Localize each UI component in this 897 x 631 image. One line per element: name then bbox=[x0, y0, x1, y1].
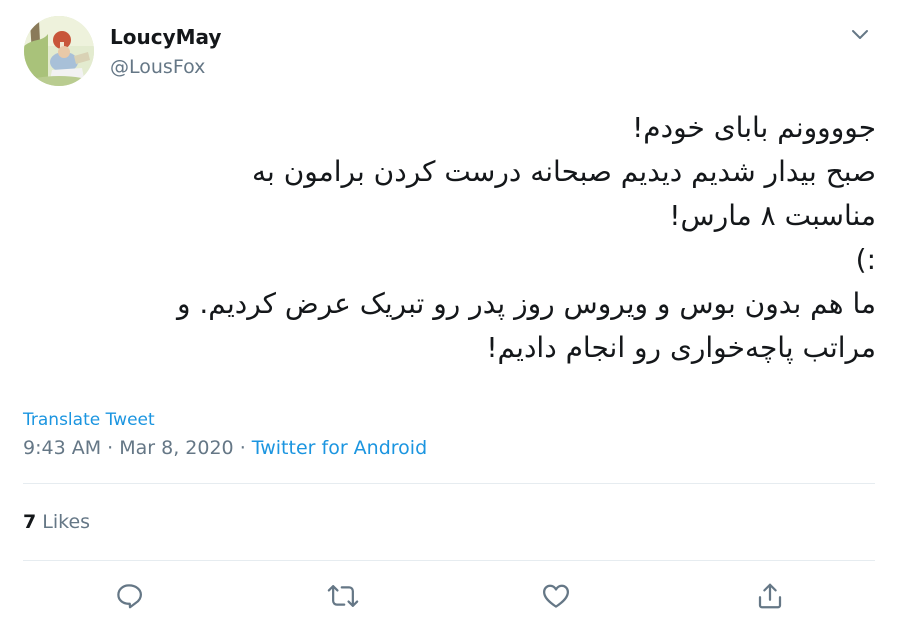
user-handle[interactable]: @LousFox bbox=[110, 54, 205, 80]
likes-count: 7 bbox=[23, 511, 37, 533]
tweet-line: ما هم بدون بوس و ویروس روز پدر رو تبریک … bbox=[176, 287, 876, 320]
tweet-metadata: 9:43 AM · Mar 8, 2020 · Twitter for Andr… bbox=[23, 435, 427, 461]
share-icon bbox=[758, 583, 782, 609]
tweet-detail: LoucyMay @LousFox جوووونم بابای خودم! صبح… bbox=[0, 0, 897, 631]
tweet-line: جوووونم بابای خودم! bbox=[632, 111, 876, 144]
translate-tweet-link[interactable]: Translate Tweet bbox=[23, 409, 155, 431]
tweet-line: صبح بیدار شدیم دیدیم صبحانه درست کردن بر… bbox=[252, 155, 876, 188]
meta-separator: · bbox=[101, 437, 120, 459]
tweet-text: جوووونم بابای خودم! صبح بیدار شدیم دیدیم … bbox=[30, 106, 876, 370]
heart-icon bbox=[543, 584, 569, 608]
avatar-illustration bbox=[24, 16, 94, 86]
tweet-time[interactable]: 9:43 AM bbox=[23, 437, 101, 459]
avatar[interactable] bbox=[24, 16, 94, 86]
tweet-line: :) bbox=[855, 243, 876, 276]
tweet-line: مناسبت ۸ مارس! bbox=[669, 199, 876, 232]
like-button[interactable] bbox=[538, 578, 574, 614]
tweet-source-link[interactable]: Twitter for Android bbox=[252, 437, 427, 459]
display-name[interactable]: LoucyMay bbox=[110, 24, 221, 50]
reply-button[interactable] bbox=[111, 578, 147, 614]
reply-icon bbox=[117, 584, 142, 609]
divider bbox=[23, 560, 875, 561]
retweet-button[interactable] bbox=[325, 578, 361, 614]
tweet-line: مراتب پاچه‌خواری رو انجام دادیم! bbox=[486, 331, 876, 364]
meta-separator: · bbox=[233, 437, 252, 459]
tweet-date[interactable]: Mar 8, 2020 bbox=[119, 437, 233, 459]
share-button[interactable] bbox=[752, 578, 788, 614]
likes-stat[interactable]: 7 Likes bbox=[23, 509, 90, 535]
likes-label: Likes bbox=[42, 511, 91, 533]
retweet-icon bbox=[327, 585, 359, 607]
divider bbox=[23, 483, 875, 484]
chevron-down-icon[interactable] bbox=[846, 20, 874, 48]
